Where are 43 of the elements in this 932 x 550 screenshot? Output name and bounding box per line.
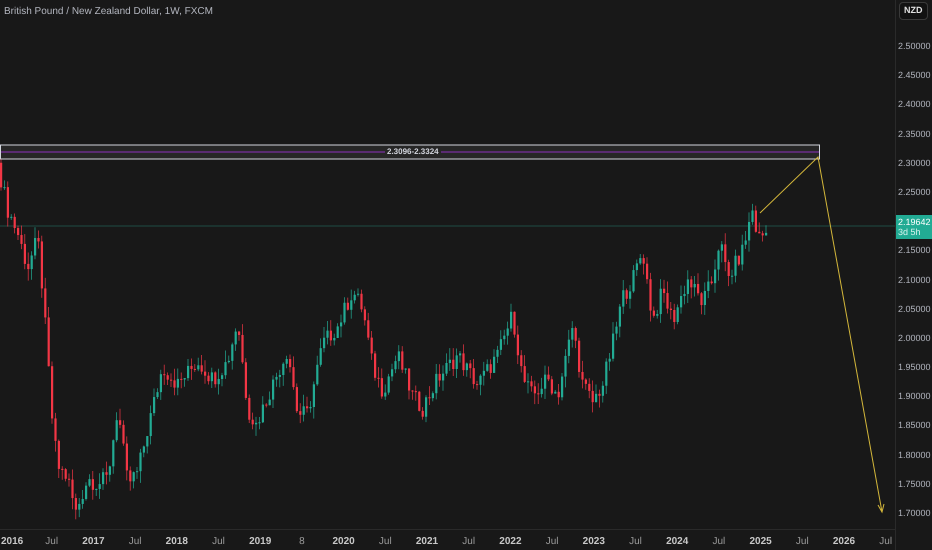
time-axis-label: 2024 (666, 535, 688, 549)
time-axis-label: Jul (45, 535, 58, 549)
time-axis-label: Jul (712, 535, 726, 549)
time-axis-label: Jul (378, 535, 392, 549)
time-axis-label: 2022 (499, 535, 522, 549)
price-axis-label: 2.05000 (898, 304, 931, 314)
price-axis-label: 1.75000 (898, 478, 931, 489)
price-axis-label: 2.10000 (898, 274, 931, 285)
time-axis-label: 2020 (332, 535, 355, 549)
price-axis-label: 2.40000 (898, 99, 931, 110)
price-axis-label: 2.35000 (898, 128, 931, 139)
time-axis-label: Jul (796, 535, 809, 549)
price-axis-label: 2.25000 (898, 186, 931, 197)
time-axis-label: 8 (299, 535, 305, 549)
price-axis-label: 1.80000 (898, 450, 931, 460)
time-axis-label: 2026 (832, 535, 856, 549)
price-axis-label: 2.50000 (898, 41, 931, 51)
time-axis-label: Jul (629, 535, 642, 549)
zone-label: 2.3096-2.3324 (385, 147, 441, 157)
chart-title: British Pound / New Zealand Dollar, 1W, FXCM (4, 5, 213, 19)
price-axis-label: 1.70000 (898, 508, 931, 518)
time-axis-label: Jul (879, 535, 892, 549)
time-axis-label: 2018 (166, 535, 188, 549)
currency-button[interactable]: NZD (899, 2, 928, 20)
price-axis-label: 2.30000 (898, 158, 931, 168)
price-axis-label: 1.85000 (898, 420, 931, 430)
time-axis-label: 2023 (582, 535, 605, 549)
time-axis-label: 2016 (1, 535, 24, 549)
time-axis-label: 2017 (82, 535, 105, 549)
bar-countdown: 3d 5h (898, 227, 922, 237)
price-axis-label: 2.45000 (898, 70, 931, 80)
price-axis-label: 2.15000 (898, 245, 931, 256)
time-axis-label: 2021 (416, 535, 438, 549)
price-axis-label: 1.95000 (898, 362, 931, 372)
price-axis-label: 2.00000 (898, 332, 931, 343)
time-axis-label: 2019 (249, 535, 272, 549)
time-axis-label: Jul (546, 535, 558, 549)
price-axis-label: 1.90000 (898, 391, 931, 402)
time-axis-label: Jul (212, 535, 225, 549)
time-axis-label: Jul (128, 535, 142, 549)
time-axis-label: 2025 (749, 535, 772, 549)
time-axis-label: Jul (462, 535, 476, 549)
last-price: 2.19642 (898, 217, 930, 227)
